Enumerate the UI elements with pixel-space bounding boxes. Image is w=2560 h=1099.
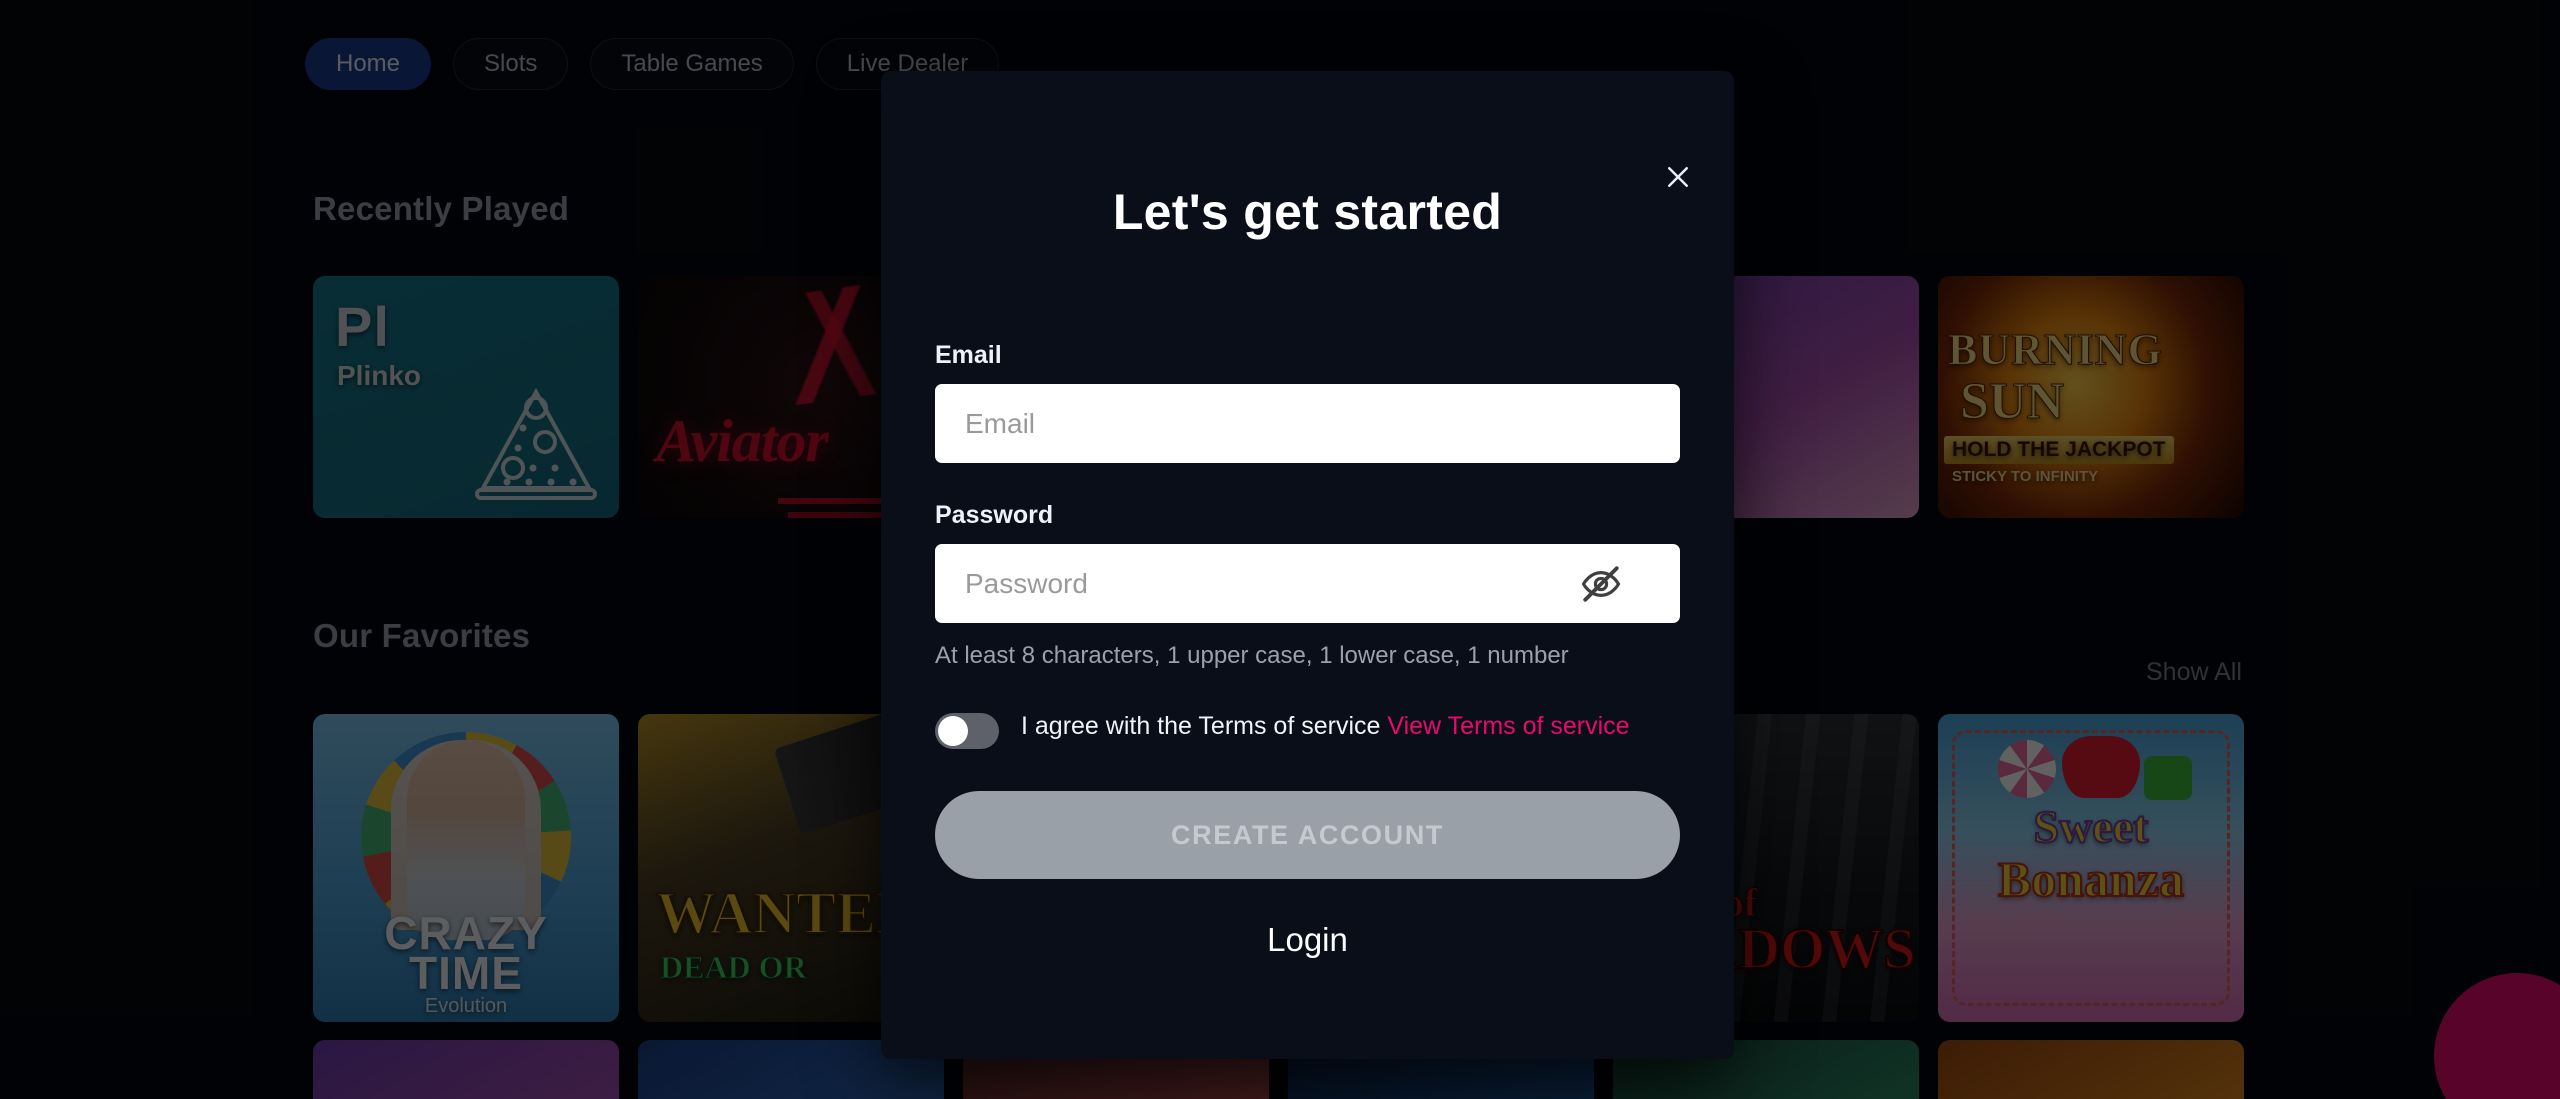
password-hint: At least 8 characters, 1 upper case, 1 l… xyxy=(935,642,1569,669)
password-label: Password xyxy=(935,501,1054,529)
view-terms-link[interactable]: View Terms of service xyxy=(1387,712,1629,740)
password-input-wrap xyxy=(935,544,1680,623)
email-input-wrap xyxy=(935,384,1680,463)
terms-toggle[interactable] xyxy=(935,713,999,750)
modal-title: Let's get started xyxy=(1112,184,1503,240)
app-root: Home Slots Table Games Live Dealer Recen… xyxy=(0,0,2560,1099)
signup-modal: Let's get started Email Password xyxy=(881,71,1734,1059)
close-icon[interactable] xyxy=(1656,155,1700,199)
toggle-knob xyxy=(938,716,968,747)
password-field-group: Password At least 8 characters, 1 upper … xyxy=(935,501,1680,673)
terms-agree-label: I agree with the Terms of service xyxy=(1021,712,1388,741)
email-field-group: Email xyxy=(935,341,1680,463)
email-input[interactable] xyxy=(935,384,1680,463)
login-link[interactable]: Login xyxy=(935,921,1680,959)
terms-agreement-row: I agree with the Terms of service View T… xyxy=(935,709,1680,750)
email-label: Email xyxy=(935,341,1002,369)
password-input[interactable] xyxy=(935,544,1680,623)
signup-form: Email Password At xyxy=(935,341,1680,959)
create-account-button[interactable]: CREATE ACCOUNT xyxy=(935,791,1680,880)
terms-text: I agree with the Terms of service View T… xyxy=(1021,709,1630,745)
eye-off-icon[interactable] xyxy=(1580,563,1622,605)
